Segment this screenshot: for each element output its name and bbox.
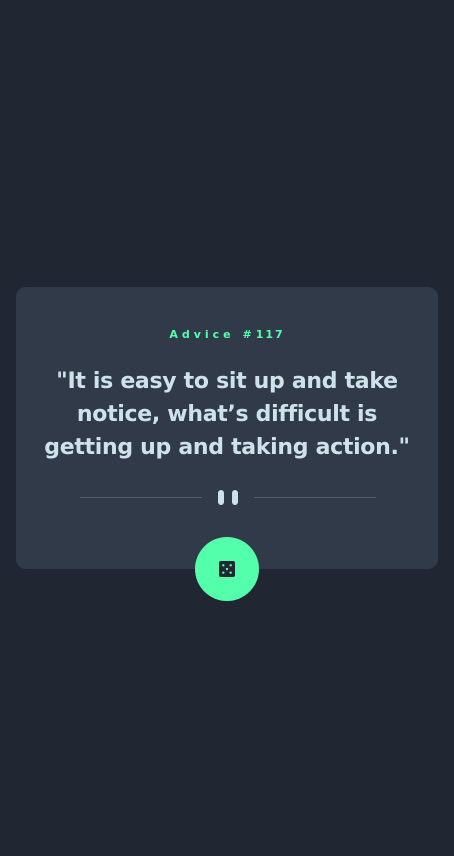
divider-line-right	[254, 497, 376, 498]
pattern-divider	[80, 488, 376, 505]
advice-id-heading: Advice #117	[16, 328, 438, 341]
dice-icon	[219, 561, 235, 577]
advice-number: 117	[255, 328, 285, 341]
advice-card: Advice #117 "It is easy to sit up and ta…	[16, 287, 438, 569]
generate-advice-button[interactable]	[195, 537, 259, 601]
divider-line-left	[80, 497, 202, 498]
pause-divider-icon	[218, 490, 238, 505]
pause-bar-right	[232, 490, 238, 505]
pause-bar-left	[218, 490, 224, 505]
advice-label: Advice #	[169, 328, 256, 341]
advice-quote: "It is easy to sit up and take notice, w…	[44, 369, 410, 460]
